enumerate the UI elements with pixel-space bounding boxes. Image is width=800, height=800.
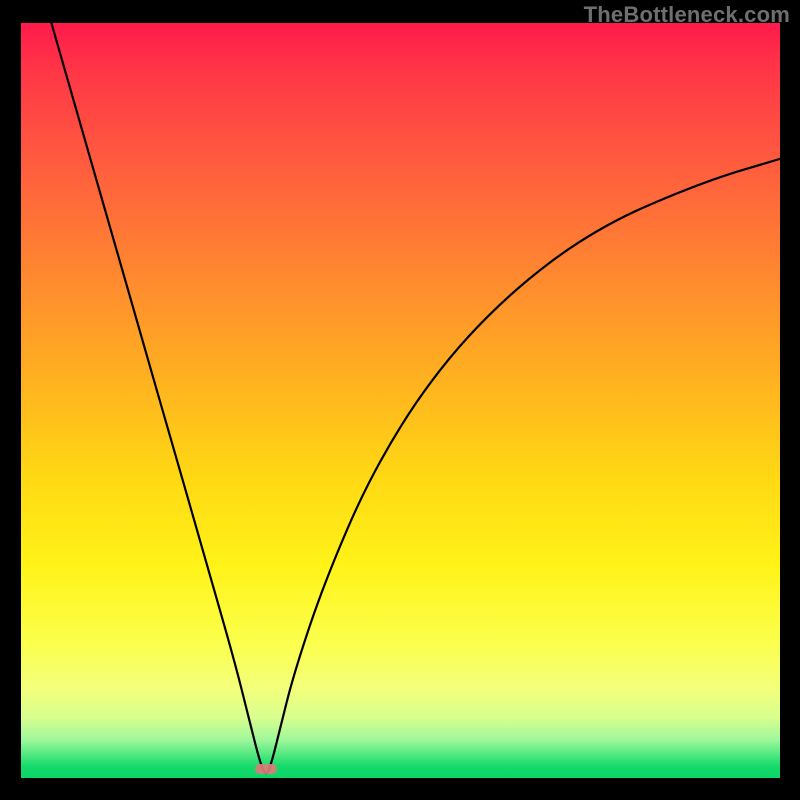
plot-area bbox=[21, 23, 780, 778]
optimal-marker bbox=[255, 764, 277, 774]
chart-frame: TheBottleneck.com bbox=[0, 0, 800, 800]
curve-path bbox=[51, 23, 780, 773]
bottleneck-curve bbox=[21, 23, 780, 778]
